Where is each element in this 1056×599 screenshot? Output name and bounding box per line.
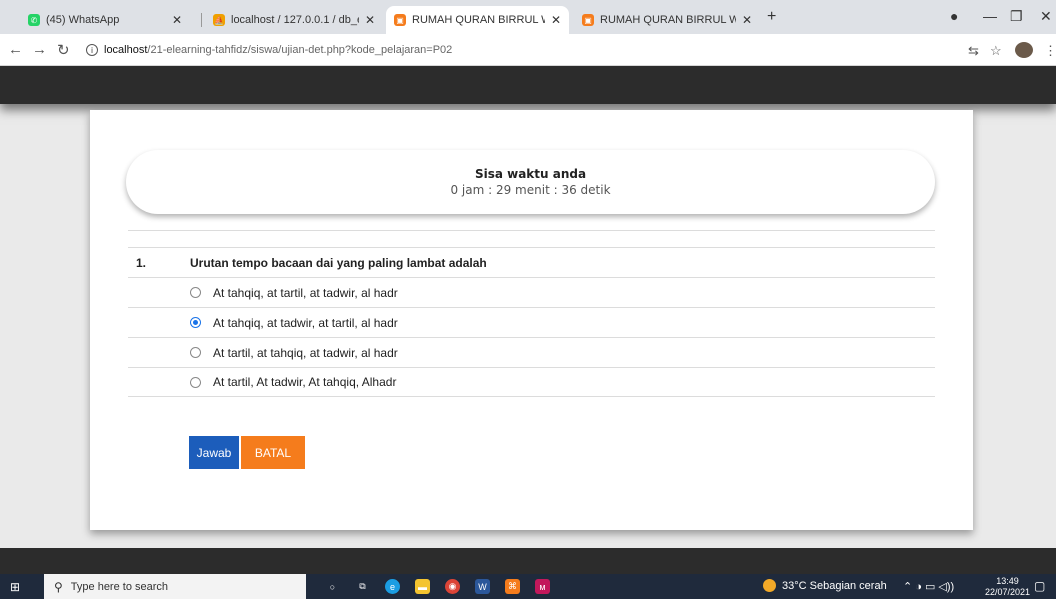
tab-label: RUMAH QURAN BIRRUL WALIDA: [600, 14, 736, 26]
tab-label: RUMAH QURAN BIRRUL WALIDA: [412, 14, 545, 26]
close-icon[interactable]: ✕: [551, 13, 561, 27]
submit-button[interactable]: Jawab: [189, 436, 239, 469]
option-label: At tartil, At tadwir, At tahqiq, Alhadr: [213, 375, 397, 389]
page-content: Sisa waktu anda 0 jam : 29 menit : 36 de…: [0, 66, 1056, 574]
weather-widget[interactable]: 33°C Sebagian cerah: [763, 579, 887, 592]
tab-separator: [201, 13, 202, 27]
weather-text: 33°C Sebagian cerah: [782, 579, 887, 592]
tab-phpmyadmin[interactable]: ⛵ localhost / 127.0.0.1 / db_elearni ✕: [205, 6, 383, 34]
app-icon[interactable]: ᴍ: [535, 579, 550, 594]
footer-bar: [0, 548, 1056, 574]
question-row: 1. Urutan tempo bacaan dai yang paling l…: [128, 247, 935, 277]
info-icon[interactable]: i: [86, 44, 98, 56]
taskbar-clock[interactable]: 13:49 22/07/2021: [985, 576, 1030, 598]
question-table: 1. Urutan tempo bacaan dai yang paling l…: [128, 230, 935, 397]
new-tab-icon[interactable]: +: [767, 8, 776, 26]
tab-whatsapp[interactable]: ✆ (45) WhatsApp ✕: [20, 6, 190, 34]
answer-option[interactable]: At tahqiq, at tadwir, at tartil, al hadr: [128, 307, 935, 337]
windows-start-icon[interactable]: ⊞: [10, 580, 20, 594]
site-favicon-icon: ▣: [582, 14, 594, 26]
star-icon[interactable]: ☆: [990, 43, 1002, 59]
option-label: At tartil, at tahqiq, at tadwir, al hadr: [213, 345, 398, 360]
exam-card: Sisa waktu anda 0 jam : 29 menit : 36 de…: [90, 110, 973, 530]
whatsapp-icon: ✆: [28, 14, 40, 26]
close-icon[interactable]: ✕: [172, 13, 182, 27]
file-explorer-icon[interactable]: ▬: [415, 579, 430, 594]
browser-tab-bar: ✆ (45) WhatsApp ✕ ⛵ localhost / 127.0.0.…: [0, 0, 1056, 34]
restore-icon[interactable]: ❐: [1010, 8, 1023, 25]
radio-button-checked[interactable]: [190, 317, 201, 328]
edge-icon[interactable]: e: [385, 579, 400, 594]
address-bar: ← → ↻ i localhost/21-elearning-tahfidz/s…: [0, 34, 1056, 66]
action-buttons: Jawab BATAL: [189, 436, 305, 469]
chrome-icon[interactable]: ◉: [445, 579, 460, 594]
divider: [128, 230, 935, 231]
answer-option[interactable]: At tartil, at tahqiq, at tadwir, al hadr: [128, 337, 935, 367]
search-placeholder: Type here to search: [70, 580, 169, 593]
back-icon[interactable]: ←: [8, 41, 23, 58]
timer-label: Sisa waktu anda: [474, 167, 587, 181]
forward-icon[interactable]: →: [32, 41, 47, 58]
notification-icon[interactable]: ▢: [1034, 579, 1045, 593]
xampp-icon[interactable]: ⌘: [505, 579, 520, 594]
radio-button[interactable]: [190, 287, 201, 298]
radio-button[interactable]: [190, 347, 201, 358]
tab-rumah-quran-active[interactable]: ▣ RUMAH QURAN BIRRUL WALIDA ✕: [386, 6, 569, 34]
question-number: 1.: [136, 255, 147, 270]
top-navbar: [0, 66, 1056, 104]
close-icon[interactable]: ✕: [365, 13, 375, 27]
avatar[interactable]: [1015, 42, 1033, 58]
url-field[interactable]: i localhost/21-elearning-tahfidz/siswa/u…: [86, 40, 956, 60]
question-text: Urutan tempo bacaan dai yang paling lamb…: [190, 255, 487, 270]
tab-label: localhost / 127.0.0.1 / db_elearni: [231, 14, 359, 26]
weather-icon: [763, 579, 776, 592]
system-tray-icons[interactable]: ⌃ ◑ ▭ ◁)): [903, 580, 954, 593]
option-label: At tahqiq, at tartil, at tadwir, al hadr: [213, 285, 398, 300]
word-icon[interactable]: W: [475, 579, 490, 594]
window-close-icon[interactable]: ✕: [1040, 8, 1052, 25]
url-host: localhost: [104, 44, 148, 56]
radio-button[interactable]: [190, 376, 201, 388]
tab-rumah-quran[interactable]: ▣ RUMAH QURAN BIRRUL WALIDA ✕: [574, 6, 760, 34]
site-favicon-icon: ▣: [394, 14, 406, 26]
url-path: /21-elearning-tahfidz/siswa/ujian-det.ph…: [147, 44, 453, 56]
clock-date: 22/07/2021: [985, 587, 1031, 597]
cortana-icon[interactable]: ○: [325, 579, 340, 594]
answer-option[interactable]: At tahqiq, at tartil, at tadwir, al hadr: [128, 277, 935, 307]
option-label: At tahqiq, at tadwir, at tartil, al hadr: [213, 315, 398, 330]
windows-taskbar: ⊞ ⚲ Type here to search ○ ⧉ e ▬ ◉ W ⌘ ᴍ …: [0, 574, 1056, 599]
task-view-icon[interactable]: ⧉: [355, 579, 370, 594]
translate-icon[interactable]: ⇆: [968, 43, 979, 59]
cancel-button[interactable]: BATAL: [241, 436, 305, 469]
phpmyadmin-icon: ⛵: [213, 14, 225, 26]
profile-dot-icon[interactable]: ●: [950, 8, 958, 24]
reload-icon[interactable]: ↻: [57, 41, 70, 59]
search-icon: ⚲: [54, 579, 63, 594]
close-icon[interactable]: ✕: [742, 13, 752, 27]
more-menu-icon[interactable]: ⋮: [1044, 43, 1056, 59]
timer-box: Sisa waktu anda 0 jam : 29 menit : 36 de…: [126, 150, 935, 214]
answer-option[interactable]: At tartil, At tadwir, At tahqiq, Alhadr: [128, 367, 935, 397]
timer-value: 0 jam : 29 menit : 36 detik: [450, 183, 611, 197]
clock-time: 13:49: [996, 576, 1019, 586]
tab-label: (45) WhatsApp: [46, 14, 120, 26]
taskbar-search[interactable]: ⚲ Type here to search: [44, 574, 306, 599]
minimize-icon[interactable]: —: [983, 8, 997, 24]
